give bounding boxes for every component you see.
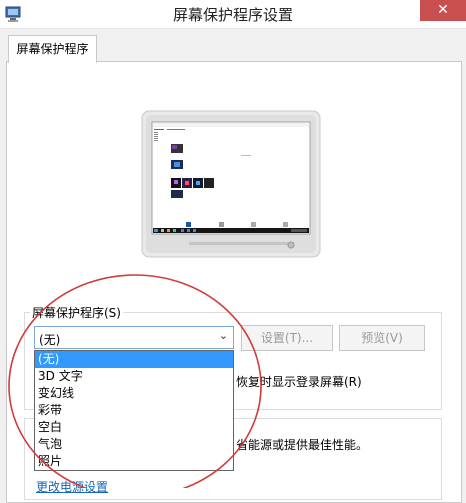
screensaver-dropdown-list: (无) 3D 文字 变幻线 彩带 空白 气泡 照片 [34, 350, 234, 471]
dropdown-option[interactable]: 气泡 [35, 436, 233, 453]
dropdown-option[interactable]: 变幻线 [35, 385, 233, 402]
dropdown-option[interactable]: 照片 [35, 453, 233, 470]
settings-button[interactable]: 设置(T)... [241, 325, 333, 351]
tab-screensaver[interactable]: 屏幕保护程序 [8, 35, 97, 63]
close-button[interactable]: ✕ [420, 0, 466, 21]
dropdown-option[interactable]: 3D 文字 [35, 368, 233, 385]
screensaver-group-label: 屏幕保护程序(S) [30, 304, 123, 321]
title-bar: 屏幕保护程序设置 ✕ [0, 0, 466, 29]
screensaver-select-value: (无) [39, 333, 61, 347]
power-description: 省能源或提供最佳性能。 [236, 438, 369, 452]
dropdown-option[interactable]: 彩带 [35, 402, 233, 419]
dropdown-option[interactable]: 空白 [35, 419, 233, 436]
chevron-down-icon: ⌄ [218, 329, 228, 342]
screensaver-select[interactable]: (无) ⌄ [34, 326, 234, 349]
preview-button[interactable]: 预览(V) [339, 325, 425, 351]
window-title: 屏幕保护程序设置 [172, 6, 293, 24]
dropdown-option[interactable]: (无) [35, 351, 233, 368]
change-power-settings-link[interactable]: 更改电源设置 [36, 478, 108, 495]
resume-login-label[interactable]: 恢复时显示登录屏幕(R) [236, 373, 362, 390]
monitor-preview [141, 110, 321, 258]
